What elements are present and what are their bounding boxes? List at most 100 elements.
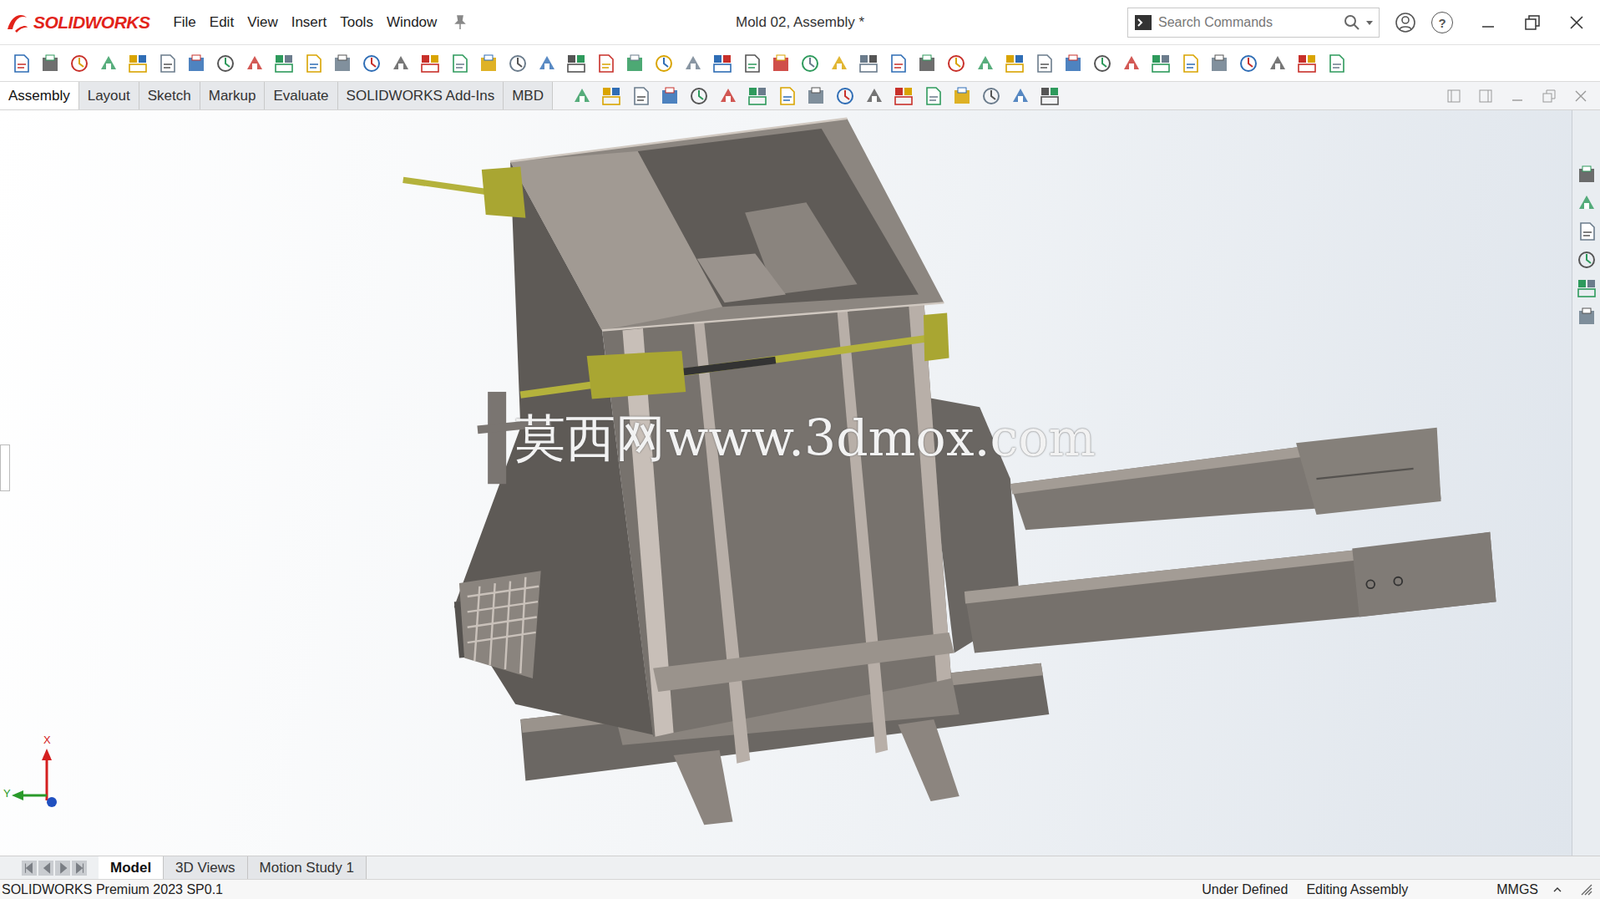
- toolbar-tool-icon[interactable]: [243, 52, 266, 75]
- toolbar-tool-icon[interactable]: [536, 52, 558, 75]
- toolbar-tool-icon[interactable]: [1149, 52, 1172, 75]
- tile-left-icon[interactable]: [1446, 88, 1462, 104]
- rebuild-status-icon[interactable]: [1578, 881, 1595, 898]
- toolbar-tool-icon[interactable]: [39, 52, 61, 75]
- search-input[interactable]: [1158, 9, 1339, 36]
- bottom-tab[interactable]: Model: [98, 855, 164, 879]
- toolbar-tool-icon[interactable]: [68, 52, 91, 75]
- menu-item[interactable]: File: [166, 11, 203, 34]
- menu-item[interactable]: Edit: [202, 11, 241, 34]
- toolbar-tool-icon[interactable]: [448, 52, 471, 75]
- toolbar-tool-icon[interactable]: [360, 52, 383, 75]
- task-pane-icon[interactable]: [1575, 163, 1598, 186]
- command-tab[interactable]: Markup: [200, 81, 266, 110]
- doc-restore-icon[interactable]: [1541, 88, 1557, 104]
- view-tool-icon[interactable]: [863, 85, 886, 107]
- toolbar-tool-icon[interactable]: [10, 52, 32, 75]
- view-tool-icon[interactable]: [834, 85, 856, 107]
- toolbar-tool-icon[interactable]: [1091, 52, 1114, 75]
- toolbar-tool-icon[interactable]: [156, 52, 178, 75]
- toolbar-tool-icon[interactable]: [594, 52, 617, 75]
- toolbar-tool-icon[interactable]: [945, 52, 968, 75]
- toolbar-tool-icon[interactable]: [1032, 52, 1055, 75]
- toolbar-tool-icon[interactable]: [302, 52, 325, 75]
- task-pane-icon[interactable]: [1575, 192, 1598, 214]
- menu-item[interactable]: Window: [379, 11, 444, 34]
- task-pane-icon[interactable]: [1575, 277, 1598, 299]
- toolbar-tool-icon[interactable]: [916, 52, 938, 75]
- toolbar-tool-icon[interactable]: [331, 52, 354, 75]
- graphics-area[interactable]: 莫西网www.3dmox.com X Y: [0, 110, 1572, 856]
- toolbar-tool-icon[interactable]: [1062, 52, 1084, 75]
- help-button[interactable]: ?: [1431, 11, 1454, 34]
- tab-scroll-icon[interactable]: [55, 860, 71, 876]
- toolbar-tool-icon[interactable]: [419, 52, 441, 75]
- units-caret-icon[interactable]: [1553, 885, 1562, 894]
- command-tab[interactable]: Assembly: [0, 81, 80, 110]
- toolbar-tool-icon[interactable]: [799, 52, 821, 75]
- toolbar-tool-icon[interactable]: [273, 52, 295, 75]
- view-tool-icon[interactable]: [600, 85, 623, 107]
- toolbar-tool-icon[interactable]: [506, 52, 529, 75]
- toolbar-tool-icon[interactable]: [1237, 52, 1260, 75]
- view-tool-icon[interactable]: [746, 85, 769, 107]
- minimize-icon[interactable]: [1479, 14, 1497, 31]
- toolbar-tool-icon[interactable]: [477, 52, 500, 75]
- bottom-tab[interactable]: Motion Study 1: [248, 855, 367, 879]
- tab-scroll-icon[interactable]: [38, 860, 54, 876]
- toolbar-tool-icon[interactable]: [740, 52, 763, 75]
- tab-scroll-icon[interactable]: [71, 860, 87, 876]
- toolbar-tool-icon[interactable]: [185, 52, 208, 75]
- command-tab[interactable]: MBD: [503, 81, 553, 110]
- app-logo[interactable]: SOLIDWORKS: [0, 0, 167, 46]
- toolbar-tool-icon[interactable]: [97, 52, 120, 75]
- toolbar-tool-icon[interactable]: [1120, 52, 1143, 75]
- toolbar-tool-icon[interactable]: [1266, 52, 1289, 75]
- toolbar-tool-icon[interactable]: [126, 52, 149, 75]
- toolbar-tool-icon[interactable]: [214, 52, 237, 75]
- view-tool-icon[interactable]: [805, 85, 827, 107]
- toolbar-tool-icon[interactable]: [769, 52, 792, 75]
- view-tool-icon[interactable]: [1038, 85, 1061, 107]
- view-tool-icon[interactable]: [892, 85, 915, 107]
- command-tab[interactable]: Sketch: [139, 81, 201, 110]
- dropdown-icon[interactable]: [1365, 18, 1374, 27]
- view-tool-icon[interactable]: [629, 85, 652, 107]
- toolbar-tool-icon[interactable]: [1208, 52, 1231, 75]
- view-tool-icon[interactable]: [658, 85, 681, 107]
- menu-item[interactable]: View: [240, 11, 285, 34]
- close-icon[interactable]: [1568, 14, 1585, 31]
- task-pane-icon[interactable]: [1575, 220, 1598, 243]
- menu-item[interactable]: Tools: [333, 11, 380, 34]
- doc-close-icon[interactable]: [1573, 88, 1589, 104]
- doc-minimize-icon[interactable]: [1509, 88, 1525, 104]
- tile-right-icon[interactable]: [1478, 88, 1494, 104]
- toolbar-tool-icon[interactable]: [653, 52, 675, 75]
- user-icon[interactable]: [1394, 11, 1417, 34]
- toolbar-tool-icon[interactable]: [565, 52, 588, 75]
- view-tool-icon[interactable]: [1009, 85, 1032, 107]
- view-tool-icon[interactable]: [571, 85, 593, 107]
- bottom-tab[interactable]: 3D Views: [163, 855, 249, 879]
- task-pane-icon[interactable]: [1575, 248, 1598, 271]
- toolbar-tool-icon[interactable]: [828, 52, 851, 75]
- toolbar-tool-icon[interactable]: [974, 52, 997, 75]
- view-tool-icon[interactable]: [980, 85, 1003, 107]
- command-tab[interactable]: Layout: [79, 81, 140, 110]
- toolbar-tool-icon[interactable]: [623, 52, 646, 75]
- restore-icon[interactable]: [1523, 13, 1542, 32]
- toolbar-tool-icon[interactable]: [1325, 52, 1347, 75]
- command-tab[interactable]: SOLIDWORKS Add-Ins: [338, 81, 505, 110]
- assembly-model[interactable]: [0, 110, 1572, 856]
- toolbar-tool-icon[interactable]: [389, 52, 412, 75]
- view-tool-icon[interactable]: [951, 85, 973, 107]
- toolbar-tool-icon[interactable]: [682, 52, 704, 75]
- view-tool-icon[interactable]: [688, 85, 710, 107]
- toolbar-tool-icon[interactable]: [711, 52, 734, 75]
- magnifier-icon[interactable]: [1343, 14, 1361, 31]
- toolbar-tool-icon[interactable]: [1179, 52, 1201, 75]
- status-units[interactable]: MMGS: [1496, 879, 1554, 899]
- menu-item[interactable]: Insert: [284, 11, 335, 34]
- search-box[interactable]: [1127, 7, 1380, 38]
- toolbar-tool-icon[interactable]: [886, 52, 909, 75]
